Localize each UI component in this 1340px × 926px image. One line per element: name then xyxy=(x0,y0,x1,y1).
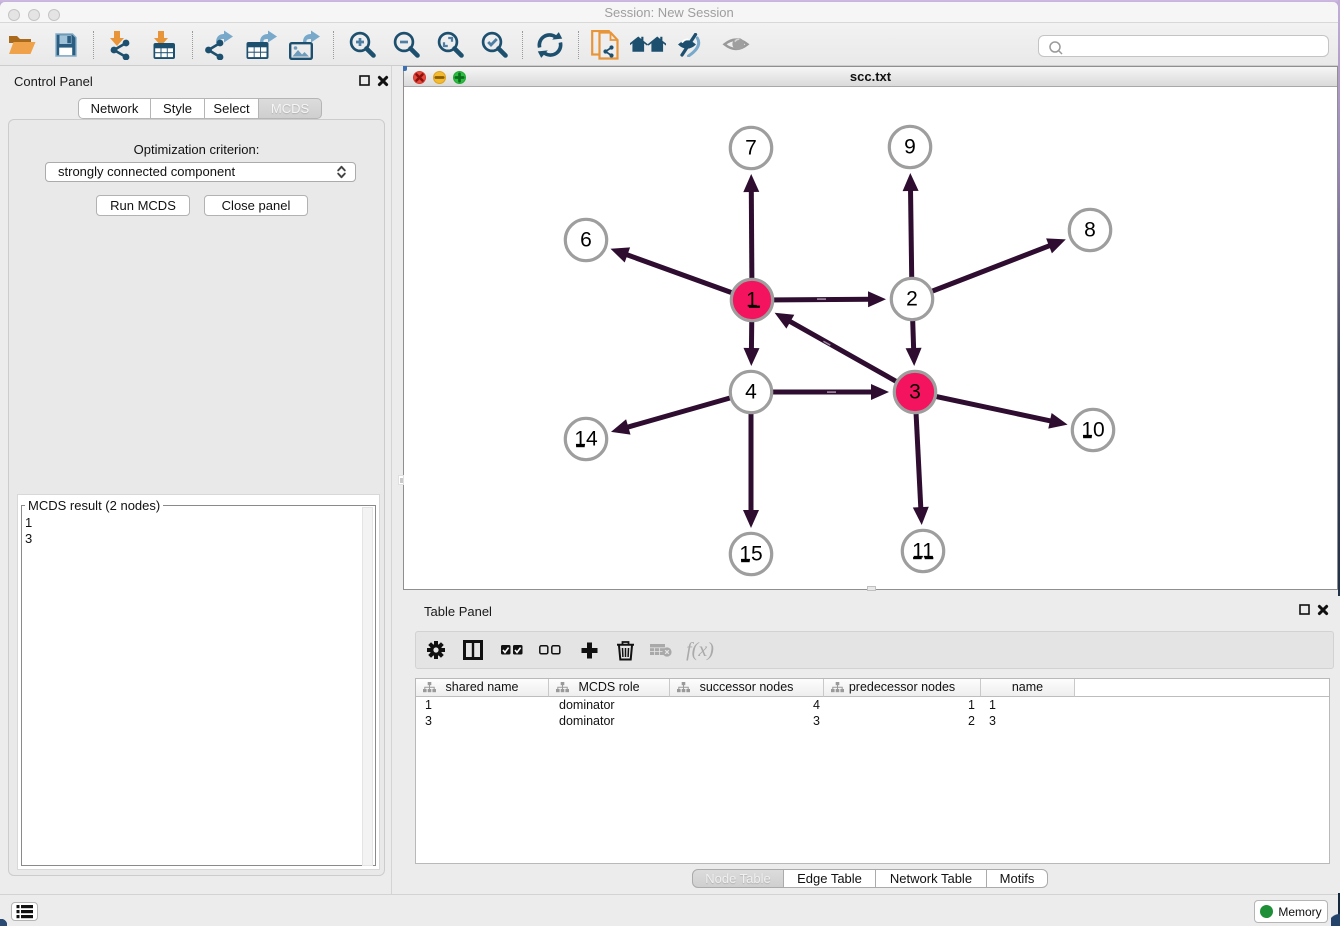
svg-text:2: 2 xyxy=(906,288,918,311)
svg-text:9: 9 xyxy=(904,136,916,159)
svg-text:3: 3 xyxy=(909,381,921,404)
svg-text:6: 6 xyxy=(580,229,592,252)
svg-text:1: 1 xyxy=(746,289,758,312)
svg-text:4: 4 xyxy=(745,381,757,404)
svg-text:7: 7 xyxy=(745,137,757,160)
svg-text:8: 8 xyxy=(1084,219,1096,242)
